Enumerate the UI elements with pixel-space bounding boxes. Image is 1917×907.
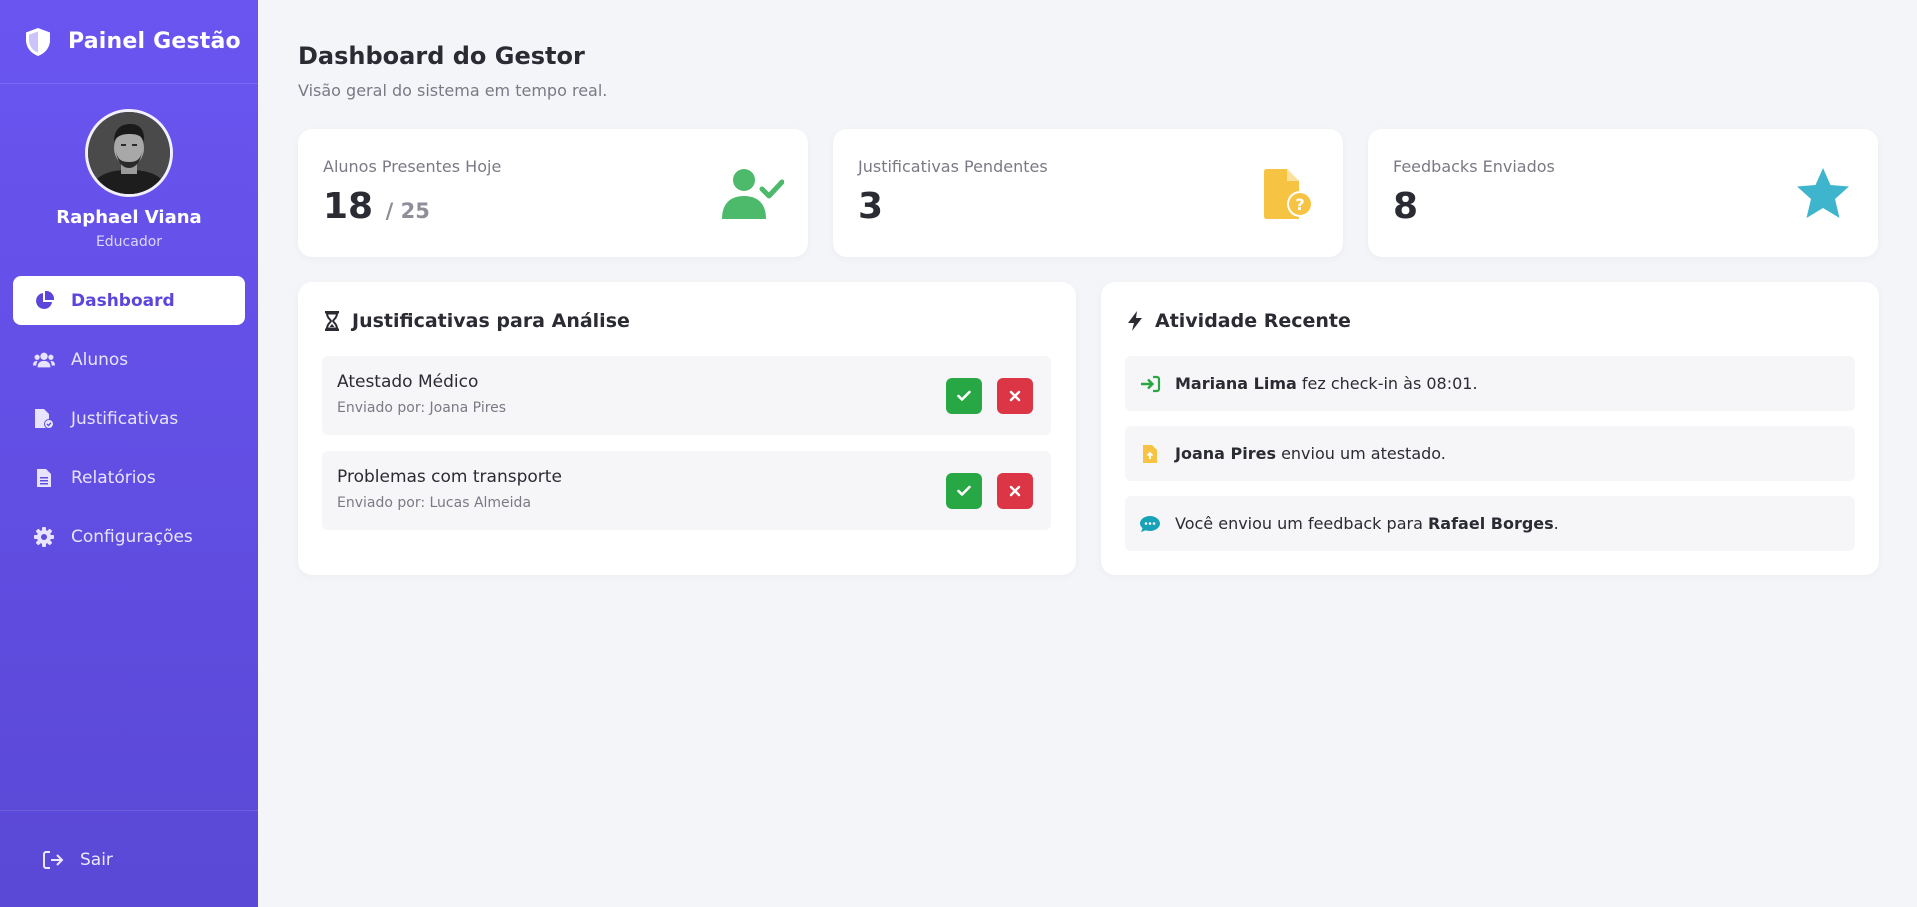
brand-name: Painel Gestão <box>68 29 241 54</box>
sidebar-item-label: Dashboard <box>71 290 175 311</box>
panel-title: Atividade Recente <box>1125 310 1351 332</box>
sidebar-item-dashboard[interactable]: Dashboard <box>13 276 245 325</box>
activity-desc: enviou um atestado. <box>1275 444 1446 463</box>
justification-item: Atestado Médico Enviado por: Joana Pires <box>322 356 1051 435</box>
sidebar-item-relatorios[interactable]: Relatórios <box>13 453 245 502</box>
activity-item: Joana Pires enviou um atestado. <box>1125 426 1855 481</box>
sidebar-footer: Sair <box>0 810 258 907</box>
document-icon <box>33 467 55 489</box>
sidebar-item-label: Justificativas <box>71 408 179 429</box>
avatar[interactable] <box>85 109 173 197</box>
users-icon <box>33 349 55 371</box>
activity-text: Joana Pires enviou um atestado. <box>1175 444 1446 463</box>
svg-text:?: ? <box>1295 195 1304 214</box>
activity-text: Você enviou um feedback para Rafael Borg… <box>1175 514 1559 533</box>
justification-title: Problemas com transporte <box>337 467 562 487</box>
activity-name: Mariana Lima <box>1175 374 1297 393</box>
pie-chart-icon <box>33 290 55 312</box>
panel-title-text: Atividade Recente <box>1155 310 1351 332</box>
activity-text: Mariana Lima fez check-in às 08:01. <box>1175 374 1478 393</box>
stat-label: Alunos Presentes Hoje <box>323 157 502 176</box>
stat-card-feedbacks-enviados: Feedbacks Enviados 8 <box>1368 129 1878 257</box>
activity-item: Mariana Lima fez check-in às 08:01. <box>1125 356 1855 411</box>
sidebar-item-label: Relatórios <box>71 467 156 488</box>
activity-name: Joana Pires <box>1175 444 1276 463</box>
file-check-icon <box>33 408 55 430</box>
stat-card-justificativas-pendentes: Justificativas Pendentes 3 ? <box>833 129 1343 257</box>
close-icon <box>1009 485 1021 497</box>
brand: Painel Gestão <box>0 0 258 84</box>
justificativas-panel: Justificativas para Análise Atestado Méd… <box>298 282 1076 575</box>
sign-out-icon <box>43 851 64 869</box>
activity-suffix: . <box>1553 514 1559 533</box>
sign-in-icon <box>1139 374 1161 394</box>
page-title: Dashboard do Gestor <box>298 42 585 70</box>
activity-desc: Você enviou um feedback para <box>1175 514 1428 533</box>
sidebar-item-alunos[interactable]: Alunos <box>13 335 245 384</box>
reject-button[interactable] <box>997 378 1033 414</box>
approve-button[interactable] <box>946 473 982 509</box>
panel-title-text: Justificativas para Análise <box>352 310 630 332</box>
sidebar-nav: Dashboard Alunos Justificativas Relatóri… <box>0 276 258 561</box>
check-icon <box>957 485 971 496</box>
star-icon <box>1797 168 1849 218</box>
justification-item: Problemas com transporte Enviado por: Lu… <box>322 451 1051 530</box>
sidebar: Painel Gestão Raphael Viana Educador Das… <box>0 0 258 907</box>
stat-value: 8 <box>1393 186 1418 227</box>
activity-name: Rafael Borges <box>1427 514 1554 533</box>
sidebar-item-configuracoes[interactable]: Configurações <box>13 512 245 561</box>
activity-item: Você enviou um feedback para Rafael Borg… <box>1125 496 1855 551</box>
stat-number: 3 <box>858 186 884 227</box>
justification-title: Atestado Médico <box>337 372 479 392</box>
stat-label: Justificativas Pendentes <box>858 157 1048 176</box>
stat-value: 18 / 25 <box>323 186 430 227</box>
stat-label: Feedbacks Enviados <box>1393 157 1555 176</box>
shield-icon <box>26 27 50 56</box>
user-name: Raphael Viana <box>56 207 202 228</box>
gear-icon <box>33 526 55 548</box>
atividade-panel: Atividade Recente Mariana Lima fez check… <box>1101 282 1879 575</box>
approve-button[interactable] <box>946 378 982 414</box>
comment-icon <box>1139 514 1161 534</box>
panel-title: Justificativas para Análise <box>322 310 630 332</box>
file-upload-icon <box>1139 444 1161 464</box>
stat-card-alunos-presentes: Alunos Presentes Hoje 18 / 25 <box>298 129 808 257</box>
user-check-icon <box>722 169 784 219</box>
page-subtitle: Visão geral do sistema em tempo real. <box>298 81 608 100</box>
logout-button[interactable]: Sair <box>42 849 113 871</box>
sidebar-item-label: Configurações <box>71 526 193 547</box>
user-profile: Raphael Viana Educador <box>0 84 258 250</box>
check-icon <box>957 390 971 401</box>
sidebar-item-label: Alunos <box>71 349 129 370</box>
reject-button[interactable] <box>997 473 1033 509</box>
activity-desc: fez check-in às 08:01. <box>1296 374 1478 393</box>
hourglass-icon <box>325 311 339 331</box>
stat-total: / 25 <box>385 199 430 223</box>
justification-sender: Enviado por: Joana Pires <box>337 400 507 416</box>
justification-sender: Enviado por: Lucas Almeida <box>337 495 532 511</box>
user-role: Educador <box>95 234 163 250</box>
stat-number: 8 <box>1393 186 1419 227</box>
sidebar-item-justificativas[interactable]: Justificativas <box>13 394 245 443</box>
avatar-photo <box>88 112 170 194</box>
logout-label: Sair <box>80 850 113 870</box>
bolt-icon <box>1128 311 1142 331</box>
stat-number: 18 <box>323 186 374 227</box>
stat-value: 3 <box>858 186 883 227</box>
close-icon <box>1009 390 1021 402</box>
file-question-icon: ? <box>1264 169 1313 219</box>
